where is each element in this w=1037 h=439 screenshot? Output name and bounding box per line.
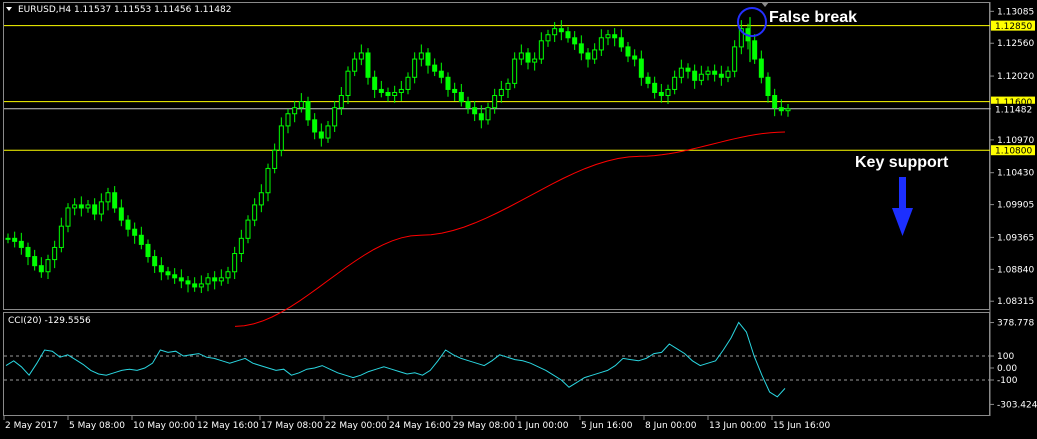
price-axis-label: 1.08315 <box>997 297 1034 307</box>
current-price-label: 1.11482 <box>995 105 1032 115</box>
time-axis-label: 5 Jun 16:00 <box>581 421 633 431</box>
time-axis-label: 17 May 08:00 <box>261 421 323 431</box>
price-axis-label: 1.12560 <box>997 39 1034 49</box>
level-price-label: 1.10800 <box>995 147 1032 157</box>
time-axis-label: 13 Jun 00:00 <box>709 421 766 431</box>
price-axis-label: 1.12020 <box>997 72 1034 82</box>
time-axis-label: 22 May 00:00 <box>325 421 387 431</box>
time-axis-label: 29 May 08:00 <box>453 421 515 431</box>
price-axis-label: 1.09365 <box>997 233 1034 243</box>
price-axis-label: 1.08840 <box>997 265 1034 275</box>
key-support-label: Key support <box>855 154 949 171</box>
level-price-label: 1.12850 <box>995 22 1032 32</box>
chart-window[interactable]: 1.13085 1.12560 1.12020 1.11482 1.10970 1.104… <box>0 0 1037 439</box>
cci-info: CCI(20) -129.5556 <box>8 316 91 326</box>
false-break-label: False break <box>769 9 857 26</box>
price-axis-label: 1.10970 <box>997 136 1034 146</box>
time-axis-label: 15 Jun 16:00 <box>773 421 830 431</box>
price-axis-label: 1.10430 <box>997 169 1034 179</box>
time-axis: 2 May 2017 5 May 08:00 10 May 00:00 12 May … <box>3 416 830 431</box>
time-axis-label: 24 May 16:00 <box>389 421 451 431</box>
time-axis-label: 2 May 2017 <box>5 421 58 431</box>
price-pane[interactable] <box>3 2 990 310</box>
cci-axis-label: -100 <box>997 376 1018 386</box>
time-axis-label: 8 Jun 00:00 <box>645 421 697 431</box>
price-axis: 1.13085 1.12560 1.12020 1.11482 1.10970 1.104… <box>990 7 1034 307</box>
price-axis-label: 1.09905 <box>997 201 1034 211</box>
cci-axis-label: 100 <box>997 352 1014 362</box>
time-axis-label: 12 May 16:00 <box>197 421 259 431</box>
time-axis-label: 5 May 08:00 <box>69 421 125 431</box>
cci-axis: 378.778 100 0.00 -100 -303.4242 <box>990 319 1037 410</box>
time-axis-label: 10 May 00:00 <box>133 421 195 431</box>
cci-axis-label: -303.4242 <box>997 400 1037 410</box>
price-axis-label: 1.13085 <box>997 7 1034 17</box>
cci-axis-label: 0.00 <box>997 364 1017 374</box>
time-axis-label: 1 Jun 00:00 <box>517 421 569 431</box>
symbol-info: EURUSD,H4 1.11537 1.11553 1.11456 1.1148… <box>18 5 231 15</box>
cci-axis-label: 378.778 <box>997 319 1034 329</box>
